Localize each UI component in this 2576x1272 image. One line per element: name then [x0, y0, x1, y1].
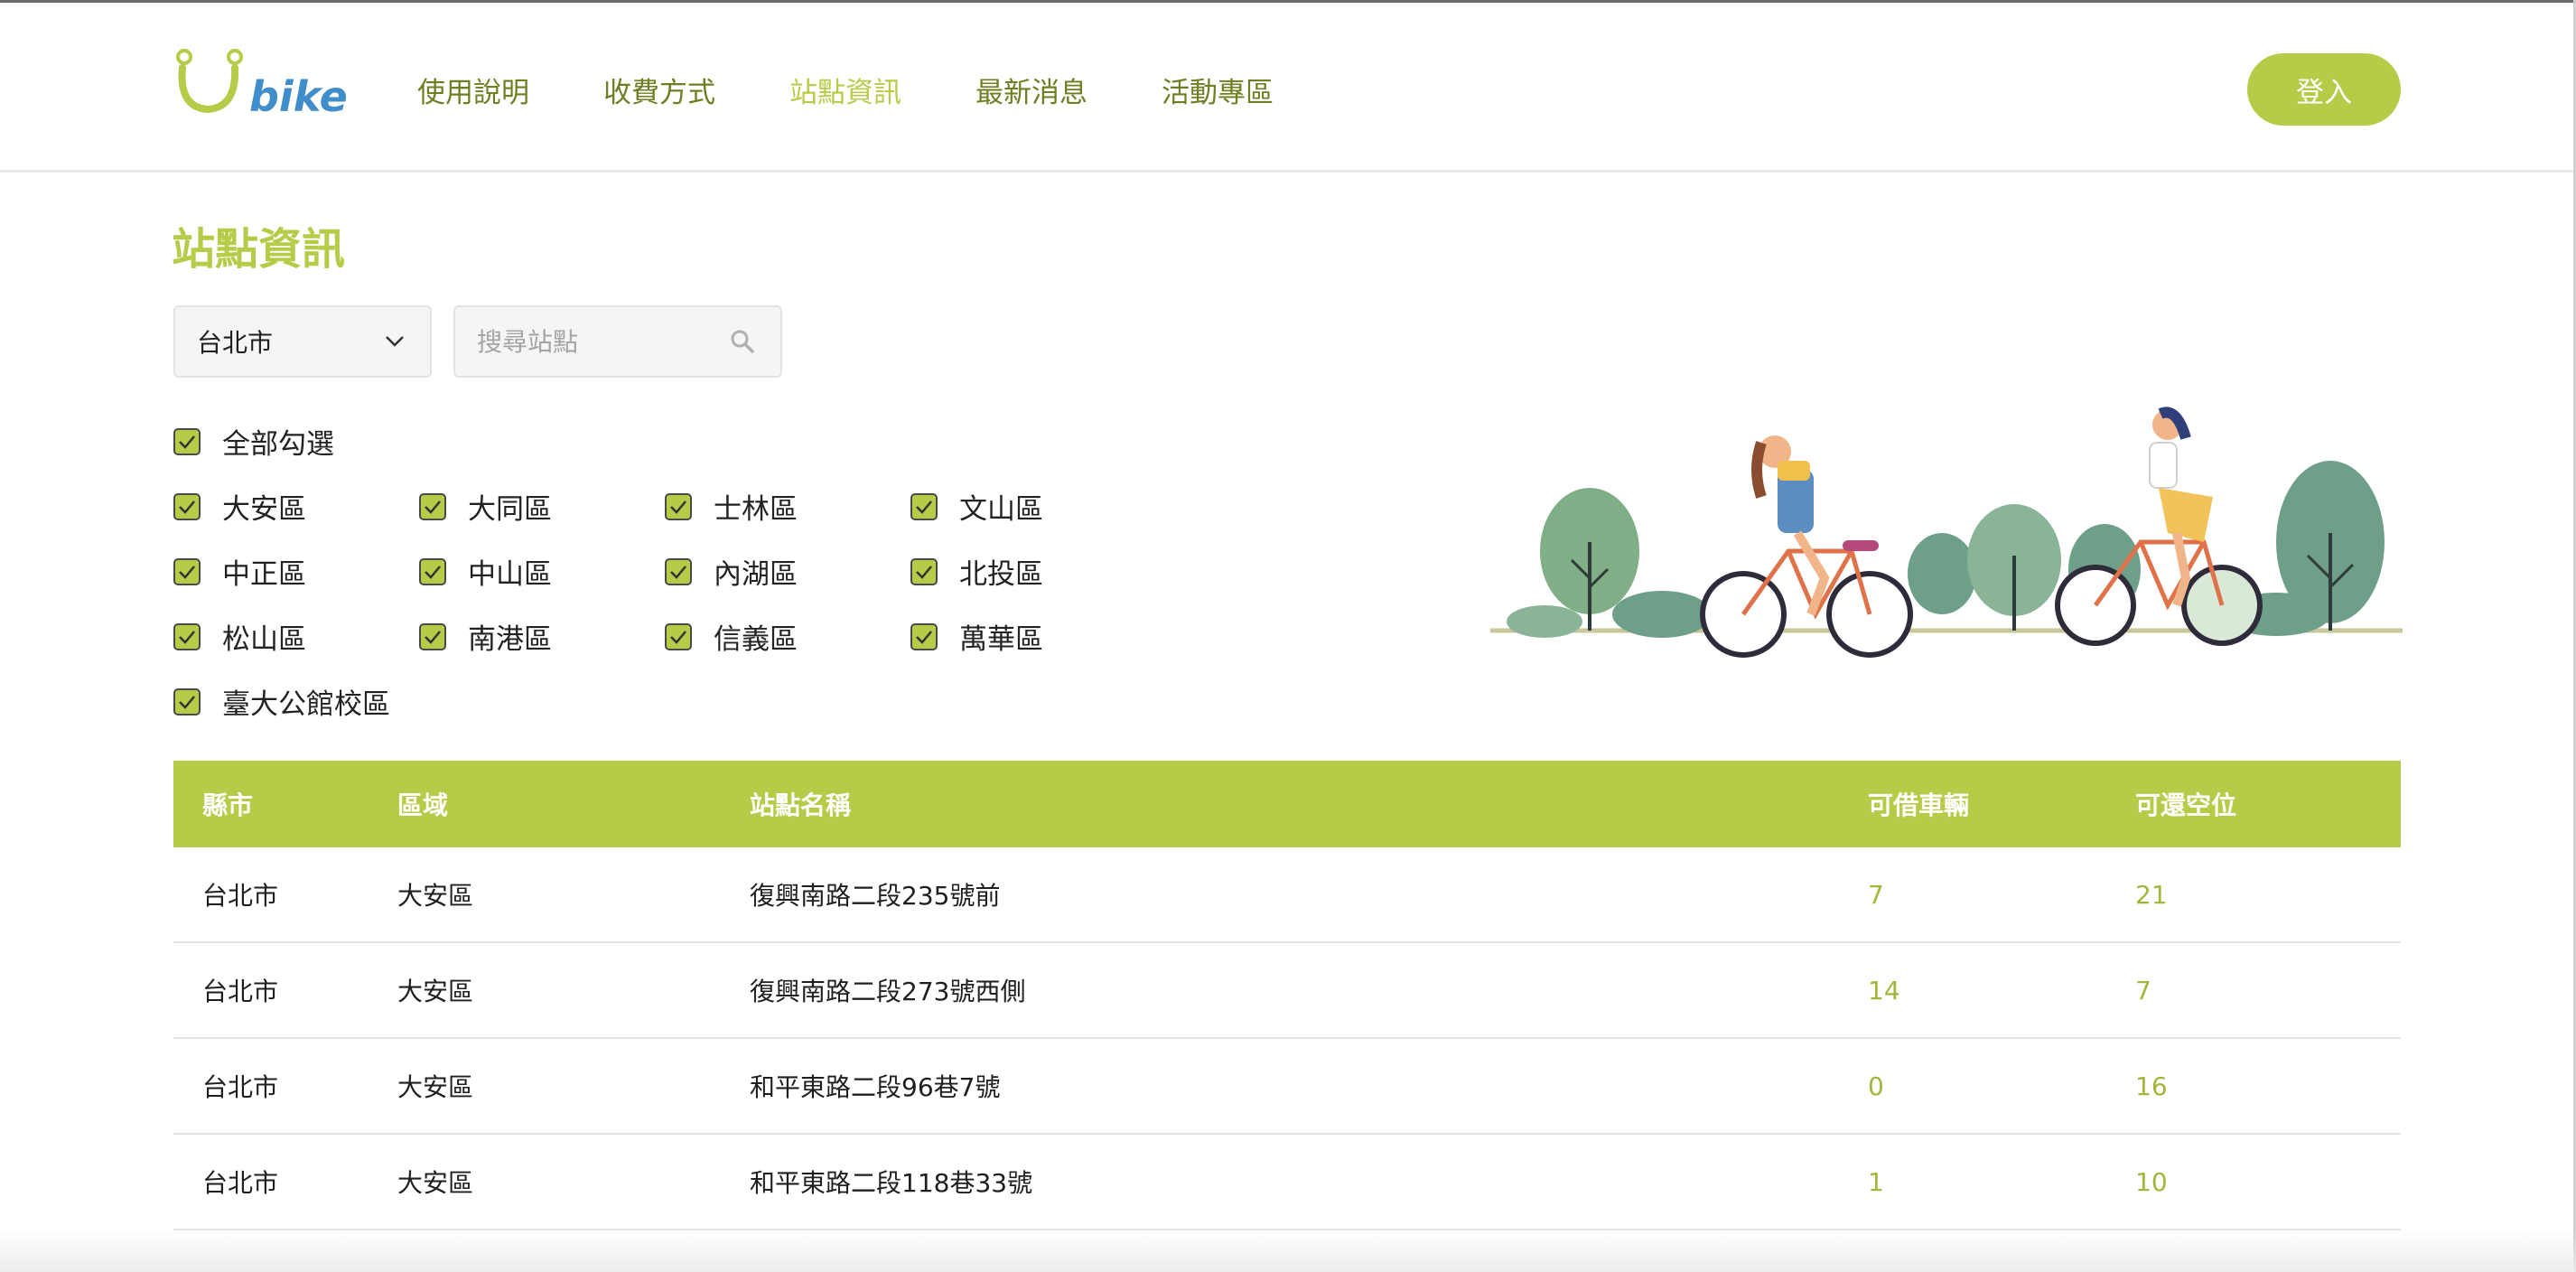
cell-station-name: 和平東路二段96巷7號: [750, 1072, 1001, 1102]
table-row[interactable]: 台北市 大安區 復興南路二段273號西側 14 7: [173, 943, 2401, 1039]
district-checkbox-datong[interactable]: 大同區: [419, 486, 552, 527]
district-label: 內湖區: [714, 558, 798, 591]
cell-area: 大安區: [397, 1168, 474, 1198]
check-icon: [173, 492, 201, 520]
check-icon: [173, 557, 201, 585]
cell-city: 台北市: [202, 977, 279, 1006]
cell-available-docks: 10: [2135, 1166, 2168, 1197]
chevron-down-icon: [386, 336, 404, 347]
district-label: 中山區: [468, 558, 552, 591]
district-label: 南港區: [468, 623, 552, 656]
cell-station-name: 和平東路二段118巷33號: [750, 1168, 1033, 1198]
site-header: bike 使用說明 收費方式 站點資訊 最新消息 活動專區 登入: [0, 3, 2573, 173]
district-checkbox-wenshan[interactable]: 文山區: [910, 486, 1043, 527]
table-row[interactable]: 台北市 大安區 和平東路二段118巷33號 1 10: [173, 1135, 2401, 1230]
scroll-fade: [0, 1229, 2576, 1272]
cell-available-bikes: 7: [1868, 879, 1884, 910]
cell-area: 大安區: [397, 1072, 474, 1102]
check-icon: [910, 557, 938, 585]
district-checkbox-neihu[interactable]: 內湖區: [665, 551, 798, 592]
table-header: 縣市 區域 站點名稱 可借車輛 可還空位: [173, 761, 2401, 847]
district-checkbox-beitou[interactable]: 北投區: [910, 551, 1043, 592]
nav-item-station-info[interactable]: 站點資訊: [789, 70, 901, 110]
district-checkbox-xinyi[interactable]: 信義區: [665, 616, 798, 657]
header-station-name: 站點名稱: [750, 790, 852, 820]
cell-city: 台北市: [202, 1168, 279, 1198]
check-icon: [173, 622, 201, 650]
city-select[interactable]: 台北市: [173, 305, 432, 378]
district-label: 中正區: [222, 558, 306, 591]
table-row[interactable]: 台北市 大安區 復興南路二段235號前 7 21: [173, 847, 2401, 943]
cell-available-docks: 7: [2135, 975, 2151, 1005]
district-label: 文山區: [959, 493, 1043, 526]
district-label: 大安區: [222, 493, 306, 526]
station-table: 縣市 區域 站點名稱 可借車輛 可還空位 台北市 大安區 復興南路二段235號前…: [173, 761, 2401, 1230]
cyclists-illustration: [1490, 407, 2403, 658]
search-box: [453, 305, 782, 378]
nav-item-events[interactable]: 活動專區: [1162, 70, 1274, 110]
check-icon: [910, 492, 938, 520]
cell-area: 大安區: [397, 977, 474, 1006]
city-select-value: 台北市: [197, 328, 274, 358]
cell-available-bikes: 0: [1868, 1071, 1884, 1101]
district-checkbox-ntu-gongguan[interactable]: 臺大公館校區: [173, 681, 390, 722]
select-all-label: 全部勾選: [222, 428, 334, 461]
svg-text:bike: bike: [249, 72, 348, 120]
cell-station-name: 復興南路二段273號西側: [750, 977, 1026, 1006]
check-icon: [910, 622, 938, 650]
page-title: 站點資訊: [172, 224, 346, 275]
district-checkbox-nangang[interactable]: 南港區: [419, 616, 552, 657]
check-icon: [665, 557, 692, 585]
cell-city: 台北市: [202, 881, 279, 911]
district-checkbox-zhongshan[interactable]: 中山區: [419, 551, 552, 592]
district-checkbox-shilin[interactable]: 士林區: [665, 486, 798, 527]
ubike-logo[interactable]: bike: [172, 48, 352, 121]
district-label: 臺大公館校區: [222, 688, 390, 721]
cell-city: 台北市: [202, 1072, 279, 1102]
check-icon: [419, 492, 446, 520]
check-icon: [665, 492, 692, 520]
nav-item-usage-guide[interactable]: 使用說明: [417, 70, 529, 110]
district-label: 信義區: [714, 623, 798, 656]
district-checkbox-zhongzheng[interactable]: 中正區: [173, 551, 306, 592]
district-label: 士林區: [714, 493, 798, 526]
cell-available-docks: 16: [2135, 1071, 2168, 1101]
main-nav: 使用說明 收費方式 站點資訊 最新消息 活動專區: [417, 70, 1348, 110]
cell-available-docks: 21: [2135, 879, 2168, 910]
district-checkbox-daan[interactable]: 大安區: [173, 486, 306, 527]
login-button[interactable]: 登入: [2247, 53, 2401, 126]
cell-available-bikes: 1: [1868, 1166, 1884, 1197]
check-icon: [173, 427, 201, 455]
header-area: 區域: [397, 790, 449, 820]
cell-available-bikes: 14: [1868, 975, 1900, 1005]
district-checkbox-wanhua[interactable]: 萬華區: [910, 616, 1043, 657]
district-label: 松山區: [222, 623, 306, 656]
nav-item-news[interactable]: 最新消息: [975, 70, 1087, 110]
search-icon[interactable]: [730, 329, 755, 354]
ubike-logo-icon: bike: [176, 49, 348, 121]
district-label: 大同區: [468, 493, 552, 526]
select-all-checkbox[interactable]: 全部勾選: [173, 421, 334, 462]
header-city: 縣市: [202, 790, 254, 820]
check-icon: [419, 622, 446, 650]
check-icon: [173, 687, 201, 716]
check-icon: [419, 557, 446, 585]
header-available-docks: 可還空位: [2135, 790, 2237, 820]
district-label: 北投區: [959, 558, 1043, 591]
cell-area: 大安區: [397, 881, 474, 911]
header-available-bikes: 可借車輛: [1868, 790, 1970, 820]
district-label: 萬華區: [959, 623, 1043, 656]
district-checkbox-songshan[interactable]: 松山區: [173, 616, 306, 657]
nav-item-pricing[interactable]: 收費方式: [603, 70, 715, 110]
search-input[interactable]: [477, 326, 730, 357]
table-row[interactable]: 台北市 大安區 和平東路二段96巷7號 0 16: [173, 1039, 2401, 1135]
check-icon: [665, 622, 692, 650]
cell-station-name: 復興南路二段235號前: [750, 881, 1001, 911]
